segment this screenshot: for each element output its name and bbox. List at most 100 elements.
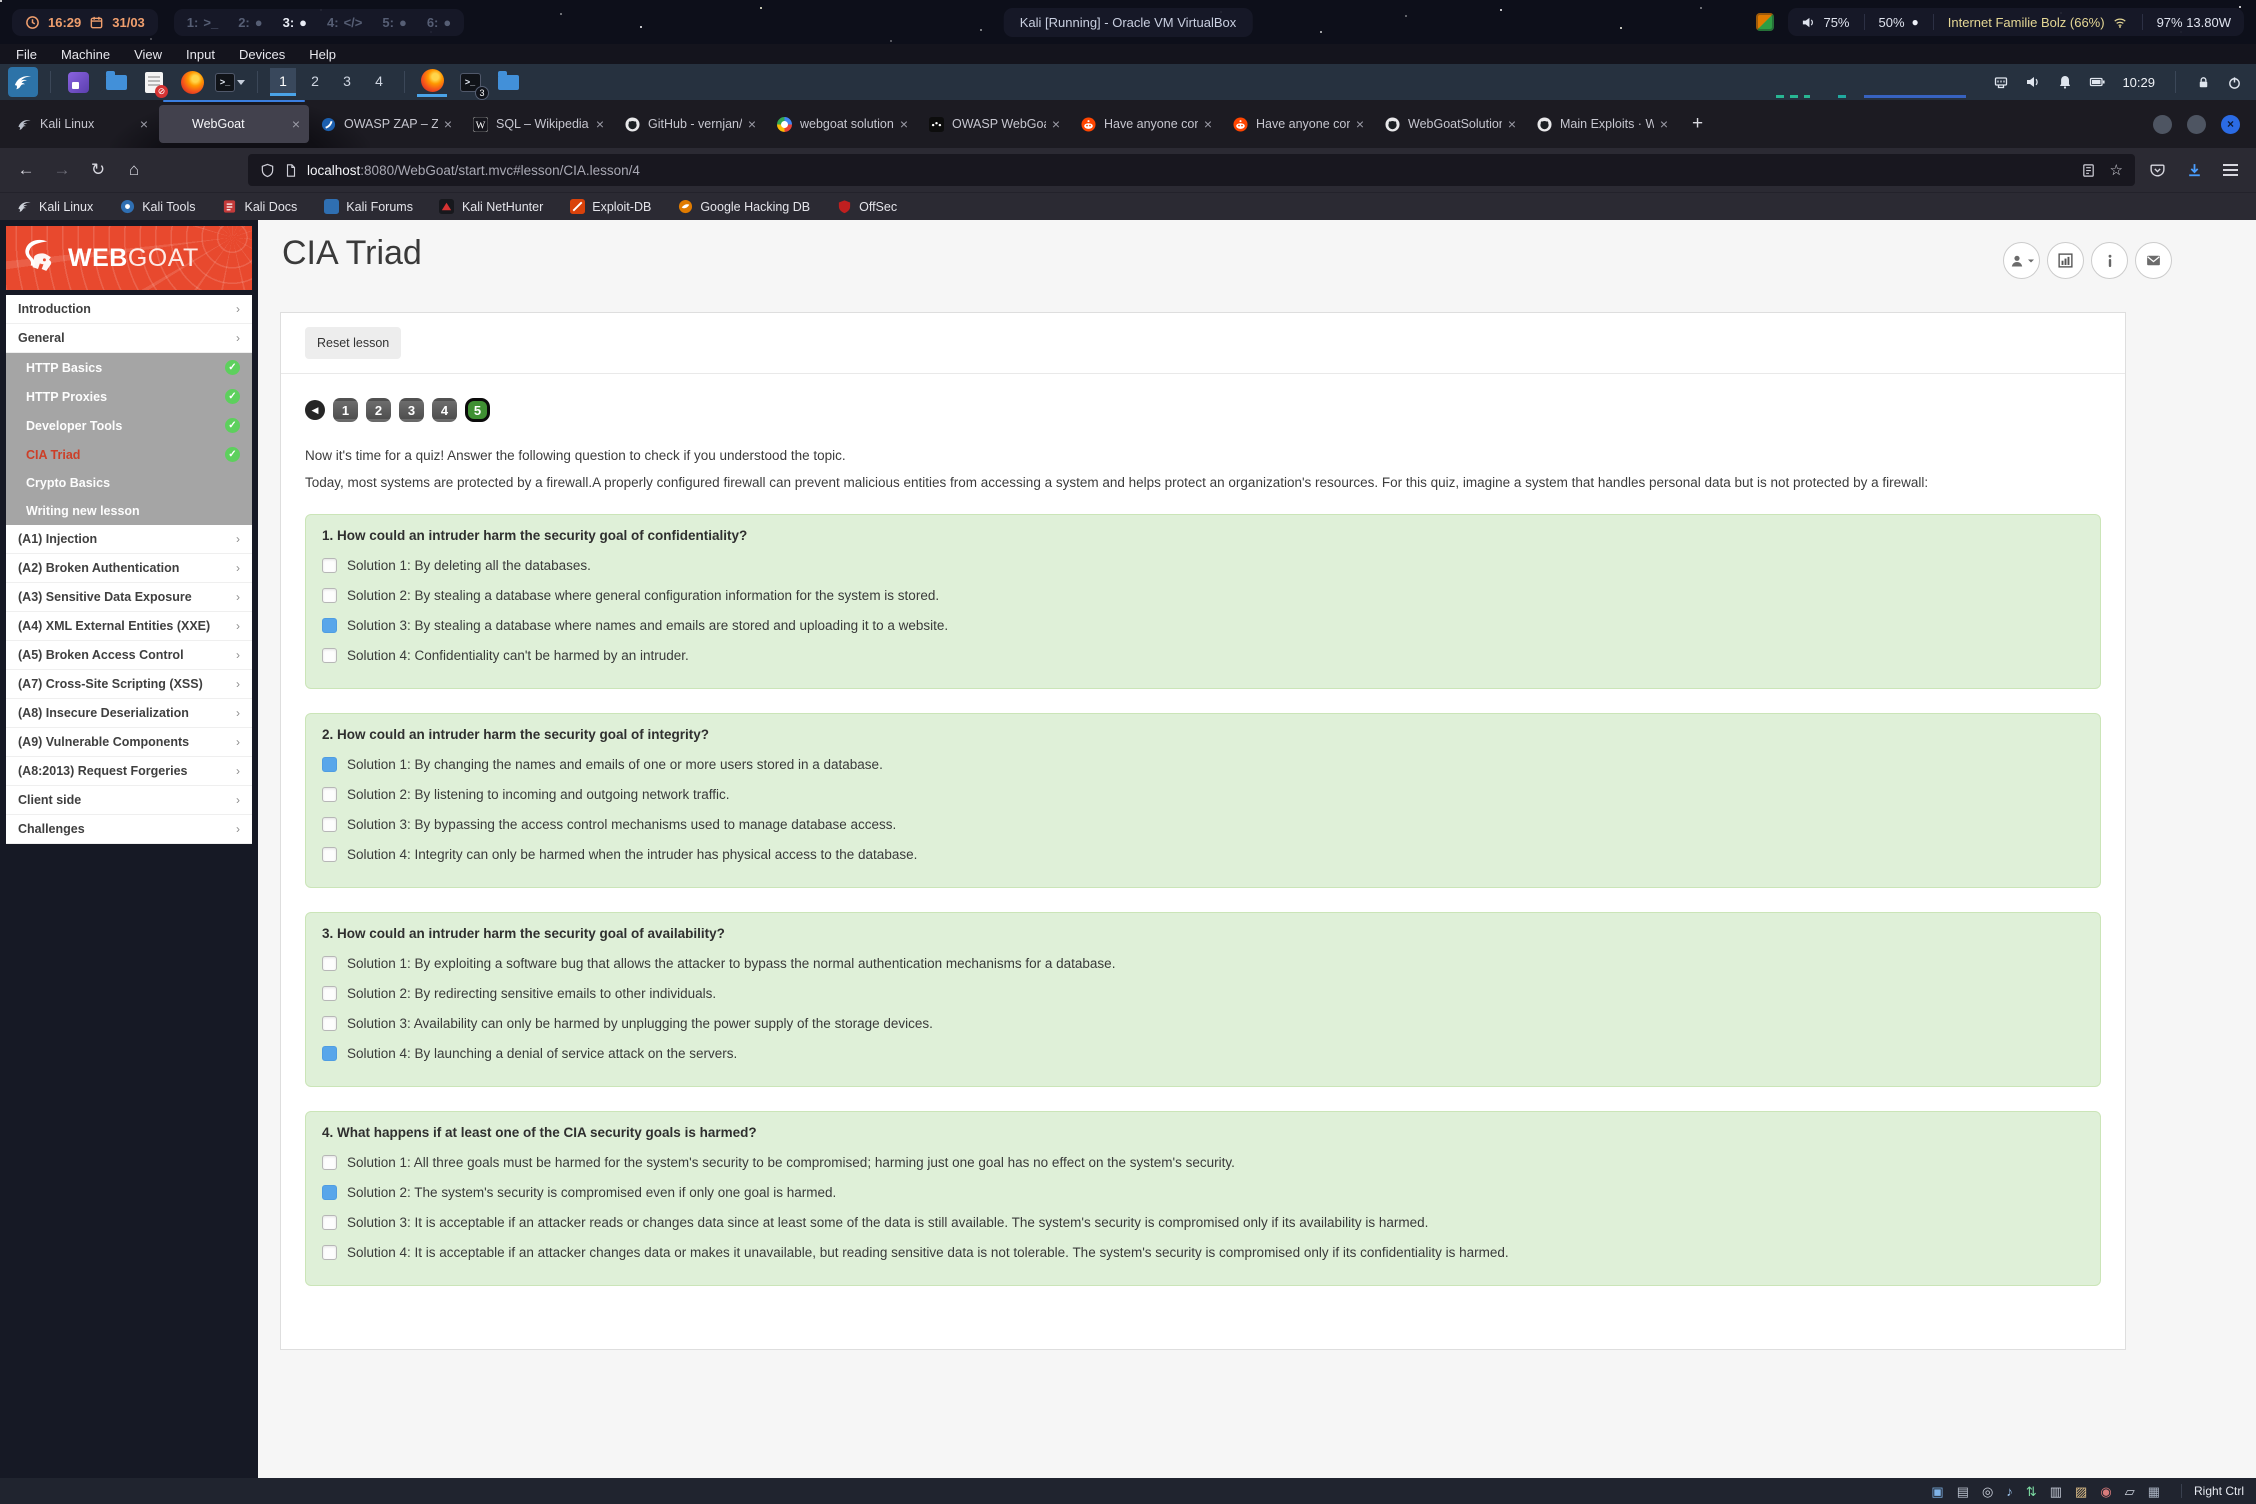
vm-audio-icon[interactable]: ♪ [2006, 1485, 2013, 1498]
browser-tab[interactable]: GitHub - vernjan/we× [615, 105, 765, 143]
host-workspace-5[interactable]: 5:● [382, 15, 406, 30]
host-night-light[interactable]: 50% ● [1879, 15, 1919, 30]
answer-checkbox[interactable] [322, 1046, 337, 1061]
tab-close-icon[interactable]: × [1052, 116, 1060, 132]
browser-tab[interactable]: Have anyone comple× [1223, 105, 1373, 143]
volume-icon[interactable] [2025, 74, 2041, 90]
host-workspace-6[interactable]: 6:● [427, 15, 451, 30]
sidebar-item-a5-broken-access-control[interactable]: (A5) Broken Access Control› [6, 641, 252, 670]
tab-close-icon[interactable]: × [1356, 116, 1364, 132]
lesson-page-button-3[interactable]: 3 [399, 398, 424, 422]
firefox-launcher[interactable] [177, 67, 207, 97]
bookmark-star-icon[interactable]: ☆ [2110, 161, 2123, 179]
answer-checkbox[interactable] [322, 618, 337, 633]
answer-checkbox[interactable] [322, 787, 337, 802]
answer-checkbox[interactable] [322, 817, 337, 832]
host-workspace-1[interactable]: 1:>_ [187, 15, 218, 30]
tab-close-icon[interactable]: × [900, 116, 908, 132]
minimize-button[interactable] [2153, 115, 2172, 134]
browser-tab[interactable]: webgoat solutions -× [767, 105, 917, 143]
browser-tab[interactable]: WebGoatSolutions/S× [1375, 105, 1525, 143]
power-icon[interactable] [2227, 75, 2242, 90]
answer-checkbox[interactable] [322, 588, 337, 603]
address-bar[interactable]: localhost:8080/WebGoat/start.mvc#lesson/… [248, 154, 2135, 186]
notification-bell-icon[interactable] [2057, 74, 2073, 90]
lesson-page-button-2[interactable]: 2 [366, 398, 391, 422]
guest-workspace-3[interactable]: 3 [334, 68, 360, 96]
sidebar-item-a8-insecure-deserialization[interactable]: (A8) Insecure Deserialization› [6, 699, 252, 728]
host-clock-widget[interactable]: 16:29 31/03 [12, 9, 158, 36]
url-text[interactable]: localhost:8080/WebGoat/start.mvc#lesson/… [307, 163, 2072, 178]
sidebar-item-a2-broken-authentication[interactable]: (A2) Broken Authentication› [6, 554, 252, 583]
browser-tab[interactable]: OWASP ZAP – ZAP i× [311, 105, 461, 143]
guest-workspace-2[interactable]: 2 [302, 68, 328, 96]
browser-tab[interactable]: WebGoat× [159, 105, 309, 143]
sidebar-item-a4-xml-external-entities-xxe[interactable]: (A4) XML External Entities (XXE)› [6, 612, 252, 641]
answer-checkbox[interactable] [322, 986, 337, 1001]
tab-close-icon[interactable]: × [292, 116, 300, 132]
sidebar-item-developer-tools[interactable]: Developer Tools✓ [6, 411, 252, 440]
sidebar-item-a1-injection[interactable]: (A1) Injection› [6, 525, 252, 554]
site-info-page-icon[interactable] [284, 163, 298, 178]
sidebar-item-introduction[interactable]: Introduction› [6, 295, 252, 324]
battery-icon[interactable] [2089, 74, 2106, 90]
file-manager-running-window[interactable] [493, 67, 523, 97]
previous-page-button[interactable]: ◀ [305, 400, 325, 420]
vm-keyboard-icon[interactable]: ▦ [2148, 1485, 2160, 1498]
tab-close-icon[interactable]: × [748, 116, 756, 132]
answer-checkbox[interactable] [322, 558, 337, 573]
user-menu-button[interactable] [2003, 242, 2040, 279]
vbox-menu-help[interactable]: Help [309, 47, 336, 62]
bookmark-item-google-hacking-db[interactable]: Google Hacking DB [677, 199, 810, 215]
tab-close-icon[interactable]: × [140, 116, 148, 132]
vbox-menu-file[interactable]: File [16, 47, 37, 62]
browser-tab[interactable]: WSQL – Wikipedia× [463, 105, 613, 143]
terminal-launcher[interactable]: >_ [215, 67, 245, 97]
sidebar-item-general[interactable]: General› [6, 324, 252, 353]
tab-close-icon[interactable]: × [444, 116, 452, 132]
sidebar-item-a8-2013-request-forgeries[interactable]: (A8:2013) Request Forgeries› [6, 757, 252, 786]
sidebar-item-cia-triad[interactable]: CIA Triad✓ [6, 440, 252, 469]
answer-checkbox[interactable] [322, 1185, 337, 1200]
virtualbox-tray-icon[interactable] [1756, 13, 1774, 31]
vm-shared-folders-icon[interactable]: ▨ [2075, 1485, 2087, 1498]
host-workspace-4[interactable]: 4:</> [327, 15, 362, 30]
about-button[interactable] [2091, 242, 2128, 279]
browser-tab[interactable]: Have anyone comple× [1071, 105, 1221, 143]
host-workspace-3[interactable]: 3:● [283, 15, 307, 30]
sidebar-item-http-proxies[interactable]: HTTP Proxies✓ [6, 382, 252, 411]
reader-mode-icon[interactable] [2081, 163, 2096, 178]
sidebar-item-challenges[interactable]: Challenges› [6, 815, 252, 844]
answer-checkbox[interactable] [322, 1245, 337, 1260]
tab-close-icon[interactable]: × [1204, 116, 1212, 132]
host-workspace-2[interactable]: 2:● [238, 15, 262, 30]
browser-tab[interactable]: Main Exploits · WebG× [1527, 105, 1677, 143]
maximize-button[interactable] [2187, 115, 2206, 134]
bookmark-item-kali-forums[interactable]: Kali Forums [323, 199, 413, 215]
guest-clock[interactable]: 10:29 [2122, 75, 2155, 90]
sidebar-item-a7-cross-site-scripting-xss[interactable]: (A7) Cross-Site Scripting (XSS)› [6, 670, 252, 699]
ethernet-icon[interactable] [1993, 74, 2009, 90]
sidebar-item-a3-sensitive-data-exposure[interactable]: (A3) Sensitive Data Exposure› [6, 583, 252, 612]
sidebar-item-crypto-basics[interactable]: Crypto Basics [6, 469, 252, 497]
answer-checkbox[interactable] [322, 847, 337, 862]
file-manager-launcher[interactable] [101, 67, 131, 97]
browser-tab[interactable]: Kali Linux× [7, 105, 157, 143]
text-editor-launcher[interactable] [139, 67, 169, 97]
firefox-running-window[interactable] [417, 67, 447, 97]
sidebar-item-a9-vulnerable-components[interactable]: (A9) Vulnerable Components› [6, 728, 252, 757]
back-button[interactable]: ← [8, 154, 44, 186]
new-tab-button[interactable]: + [1678, 113, 1717, 135]
answer-checkbox[interactable] [322, 648, 337, 663]
terminal-running-window[interactable]: >_3 [455, 67, 485, 97]
bookmark-item-offsec[interactable]: OffSec [836, 199, 897, 215]
bookmark-item-kali-linux[interactable]: Kali Linux [16, 199, 93, 215]
sidebar-item-client-side[interactable]: Client side› [6, 786, 252, 815]
bookmark-item-exploit-db[interactable]: Exploit-DB [569, 199, 651, 215]
kali-menu-button[interactable] [8, 67, 38, 97]
vm-network-icon[interactable]: ⇅ [2026, 1485, 2037, 1498]
lesson-page-button-5[interactable]: 5 [465, 398, 490, 422]
vm-optical-icon[interactable]: ◎ [1982, 1485, 1993, 1498]
forward-button[interactable]: → [44, 154, 80, 186]
menu-hamburger-icon[interactable] [2223, 164, 2238, 176]
